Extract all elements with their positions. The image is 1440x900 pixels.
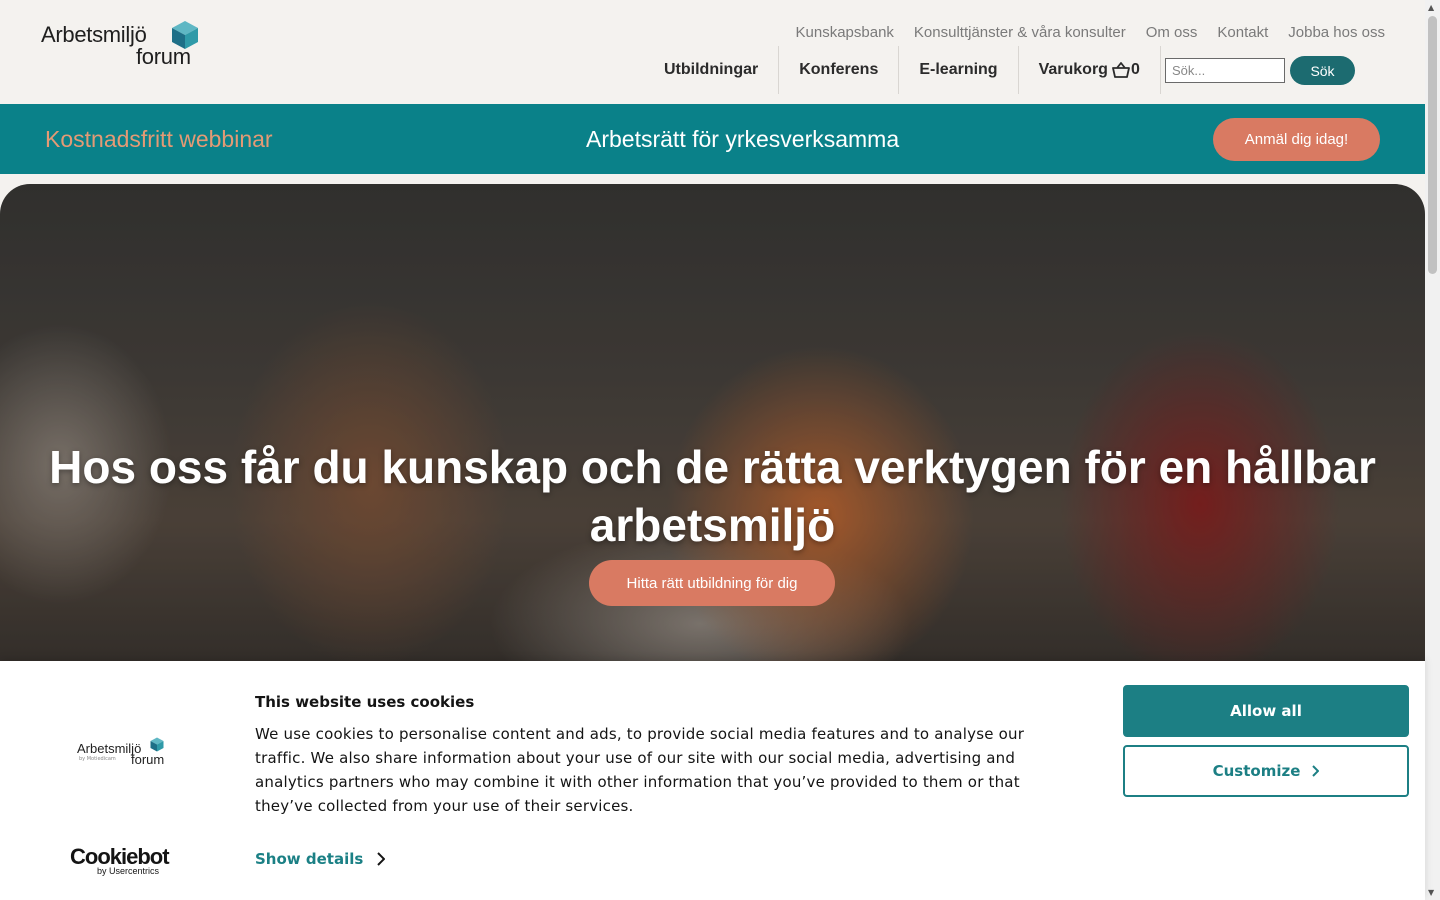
cube-logo-icon (150, 737, 164, 752)
cookie-title: This website uses cookies (255, 693, 475, 711)
search-input[interactable] (1165, 58, 1285, 83)
show-details-link[interactable]: Show details (255, 850, 386, 868)
register-button[interactable]: Anmäl dig idag! (1213, 118, 1380, 161)
nav-link-jobba-hos-oss[interactable]: Jobba hos oss (1288, 24, 1385, 41)
nav-item-varukorg[interactable]: Varukorg 0 (1019, 46, 1161, 94)
cookie-description: We use cookies to personalise content an… (255, 725, 1025, 815)
webinar-banner: Kostnadsfritt webbinar Arbetsrätt för yr… (0, 104, 1425, 174)
nav-link-om-oss[interactable]: Om oss (1146, 24, 1198, 41)
chevron-right-icon (377, 852, 386, 866)
cookie-site-logo: Arbetsmiljö by Motiedicam forum (77, 737, 164, 767)
cookie-consent-dialog: Arbetsmiljö by Motiedicam forum Cookiebo… (0, 661, 1425, 900)
scroll-up-arrow-icon[interactable]: ▲ (1428, 3, 1434, 12)
allow-all-button[interactable]: Allow all (1123, 685, 1409, 737)
nav-item-utbildningar[interactable]: Utbildningar (644, 46, 780, 94)
find-course-button[interactable]: Hitta rätt utbildning för dig (589, 560, 835, 606)
cart-count: 0 (1130, 61, 1140, 78)
site-logo[interactable]: Arbetsmiljö forum (41, 20, 201, 70)
top-navigation: Kunskapsbank Konsulttjänster & våra kons… (776, 24, 1385, 41)
cookiebot-subtext: by Usercentrics (97, 866, 160, 876)
hero-section: Hos oss får du kunskap och de rätta verk… (0, 184, 1425, 664)
nav-link-kunskapsbank[interactable]: Kunskapsbank (796, 24, 894, 41)
search-button[interactable]: Sök (1290, 56, 1355, 85)
main-navigation: Utbildningar Konferens E-learning Varuko… (644, 46, 1161, 94)
scroll-down-arrow-icon[interactable]: ▼ (1428, 888, 1434, 897)
customize-button[interactable]: Customize (1123, 745, 1409, 797)
chevron-right-icon (1312, 765, 1320, 777)
page-scrollbar[interactable]: ▲ ▼ (1425, 0, 1440, 900)
customize-label: Customize (1212, 762, 1301, 780)
cart-label: Varukorg (1038, 61, 1108, 78)
cube-logo-icon (172, 21, 198, 49)
hero-title: Hos oss får du kunskap och de rätta verk… (49, 441, 1376, 551)
nav-link-kontakt[interactable]: Kontakt (1217, 24, 1268, 41)
nav-item-konferens[interactable]: Konferens (779, 46, 900, 94)
logo-text-line1: Arbetsmiljö (41, 22, 147, 47)
site-header: Arbetsmiljö forum Kunskapsbank Konsulttj… (0, 0, 1425, 104)
cookie-logo-sub: by Motiedicam (79, 756, 116, 762)
nav-link-konsulttjanster[interactable]: Konsulttjänster & våra konsulter (914, 24, 1126, 41)
cookiebot-logo[interactable]: Cookiebot by Usercentrics (70, 844, 170, 876)
show-details-label: Show details (255, 850, 364, 868)
basket-icon (1112, 62, 1130, 78)
nav-item-e-learning[interactable]: E-learning (899, 46, 1019, 94)
banner-title: Arbetsrätt för yrkesverksamma (586, 126, 900, 152)
scrollbar-thumb[interactable] (1428, 16, 1437, 274)
cookie-logo-line2: forum (131, 752, 165, 767)
banner-label: Kostnadsfritt webbinar (45, 126, 273, 152)
